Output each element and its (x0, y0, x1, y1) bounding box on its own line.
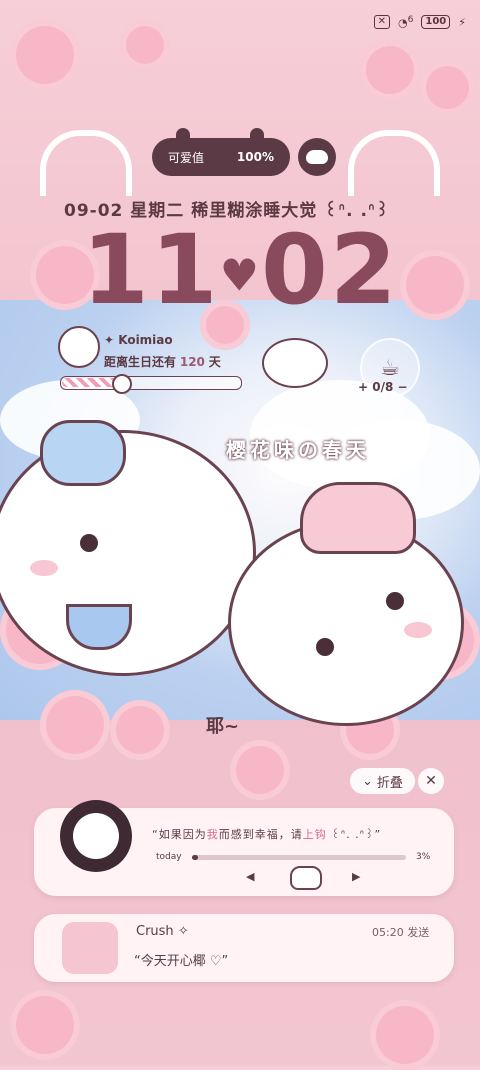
progress-percent: 3% (416, 852, 431, 862)
status-bar: ✕ ◔6 100 ⚡ (373, 12, 466, 32)
slogan: 樱花味の春天 (226, 438, 370, 462)
heart-icon: ♥ (219, 250, 262, 302)
next-icon[interactable]: ▶ (352, 870, 360, 883)
cup-icon: ☕ (380, 355, 400, 381)
caption: 耶~ (206, 716, 240, 737)
cheek (404, 622, 432, 638)
cheek (30, 560, 58, 576)
cat-face-icon (306, 150, 328, 164)
flower-decor (230, 740, 290, 800)
music-progress-fill (192, 855, 198, 860)
flower-decor (400, 250, 470, 320)
clock-hour: 11 (82, 214, 220, 326)
cat-sticker (262, 338, 328, 388)
message-avatar (62, 922, 118, 974)
pill-ear-decor (176, 128, 190, 138)
play-pause-button[interactable] (290, 866, 322, 890)
clock: 11♥02 (82, 220, 399, 327)
cuteness-value: 100% (236, 150, 274, 164)
blue-bow (40, 420, 126, 486)
message-sender: Crush ✧ (136, 924, 189, 939)
battery-icon: 100 (421, 15, 451, 29)
birthday-countdown: 距离生日还有 120 天 (104, 355, 221, 369)
eye (316, 638, 334, 656)
cup-count: + 0/8 − (358, 380, 408, 394)
music-progress-track[interactable] (192, 855, 406, 860)
user-name: ✦ Koimiao (104, 333, 173, 347)
flower-decor (370, 1000, 440, 1070)
flower-decor (40, 690, 110, 760)
flower-decor (120, 20, 170, 70)
collapse-button[interactable]: ⌄ 折叠 (350, 768, 415, 794)
birthday-progress-knob[interactable] (112, 374, 132, 394)
chevron-down-icon: ⌄ (362, 773, 373, 789)
close-button[interactable]: ✕ (418, 768, 444, 794)
album-art (73, 813, 119, 859)
white-cat-character (0, 430, 256, 676)
flower-decor (10, 990, 80, 1060)
wifi-icon: ◔6 (397, 14, 414, 30)
flower-decor (420, 60, 475, 115)
album-disc (60, 800, 132, 872)
pink-hat (300, 482, 416, 554)
collapse-label: 折叠 (376, 775, 403, 791)
pill-ear-decor (250, 128, 264, 138)
message-text: “今天开心椰 ♡” (134, 954, 229, 969)
user-avatar-wrap (58, 326, 100, 368)
sim-off-icon: ✕ (373, 15, 390, 29)
bolt-icon: ⚡ (458, 15, 466, 29)
eye (386, 592, 404, 610)
eye (80, 534, 98, 552)
ear-decor (40, 130, 132, 196)
sparkle-icon: ✧ (177, 924, 189, 939)
message-time: 05:20 发送 (372, 926, 430, 939)
cuteness-pill[interactable]: 可爱值 100% (152, 138, 290, 176)
flower-decor (110, 700, 170, 760)
prev-icon[interactable]: ◀ (246, 870, 254, 883)
close-icon: ✕ (425, 773, 437, 789)
avatar[interactable] (58, 326, 100, 368)
flower-decor (10, 20, 80, 90)
wifi-label: 6 (407, 14, 414, 26)
flower-decor (360, 40, 420, 100)
music-quote: “如果因为我而感到幸福，请上钩 ꒰ᐢ. .ᐢ꒱” (152, 828, 382, 841)
progress-label: today (156, 852, 182, 862)
cuteness-label: 可爱值 (168, 150, 205, 165)
cat-face-button[interactable] (298, 138, 336, 176)
ear-decor (348, 130, 440, 196)
clock-minute: 02 (261, 214, 399, 326)
